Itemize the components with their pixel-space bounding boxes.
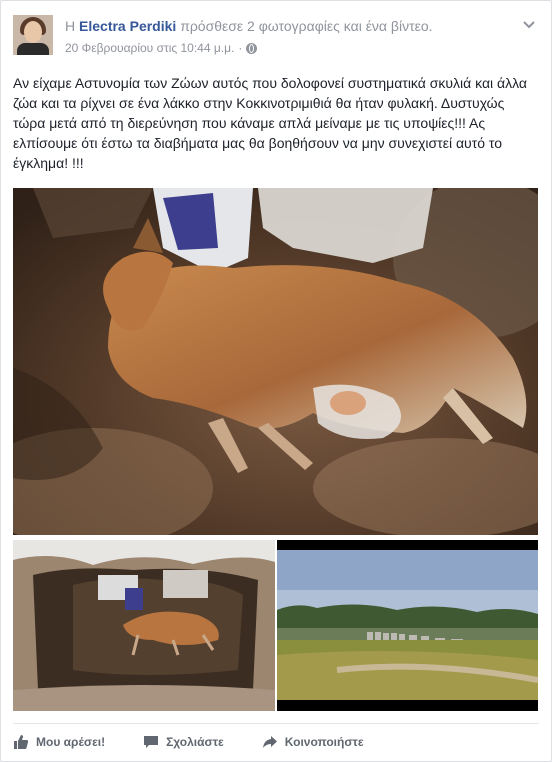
comment-label: Σχολιάστε	[166, 735, 224, 749]
like-button[interactable]: Μου αρέσει!	[13, 734, 105, 750]
author-name-link[interactable]: Electra Perdiki	[79, 18, 176, 34]
meta-separator: ·	[238, 41, 243, 55]
post-card: Η Electra Perdiki πρόσθεσε 2 φωτογραφίες…	[0, 0, 552, 762]
avatar-face	[24, 21, 42, 43]
post-timestamp[interactable]: 20 Φεβρουαρίου στις 10:44 μ.μ.	[65, 41, 234, 55]
avatar-body	[17, 43, 49, 55]
like-label: Μου αρέσει!	[36, 735, 106, 749]
second-photo-image	[13, 540, 275, 711]
share-button[interactable]: Κοινοποιήστε	[262, 734, 364, 750]
post-meta: 20 Φεβρουαρίου στις 10:44 μ.μ. ·	[65, 41, 258, 55]
globe-icon[interactable]	[246, 42, 258, 54]
chevron-down-icon[interactable]	[521, 16, 537, 32]
dead-dog-in-pit-photo[interactable]	[13, 188, 538, 535]
share-icon	[262, 736, 277, 748]
post-actions-bar: Μου αρέσει! Σχολιάστε Κοινοποιήστε	[13, 723, 539, 760]
post-action-text: πρόσθεσε 2 φωτογραφίες και ένα βίντεο.	[180, 18, 433, 34]
share-label: Κοινοποιήστε	[284, 735, 364, 749]
post-header: Η Electra Perdiki πρόσθεσε 2 φωτογραφίες…	[65, 18, 433, 34]
comment-icon	[144, 736, 159, 748]
dog-in-pit-wide-photo[interactable]	[13, 540, 275, 711]
video-image	[277, 540, 538, 711]
field-landscape-video[interactable]	[277, 540, 538, 711]
comment-button[interactable]: Σχολιάστε	[143, 734, 224, 750]
post-text: Αν είχαμε Αστυνομία των Ζώων αυτός που δ…	[13, 75, 528, 171]
thumbs-up-icon	[14, 735, 29, 749]
avatar[interactable]	[13, 15, 53, 55]
post-prefix: Η	[65, 18, 76, 34]
main-photo-image	[13, 188, 538, 535]
